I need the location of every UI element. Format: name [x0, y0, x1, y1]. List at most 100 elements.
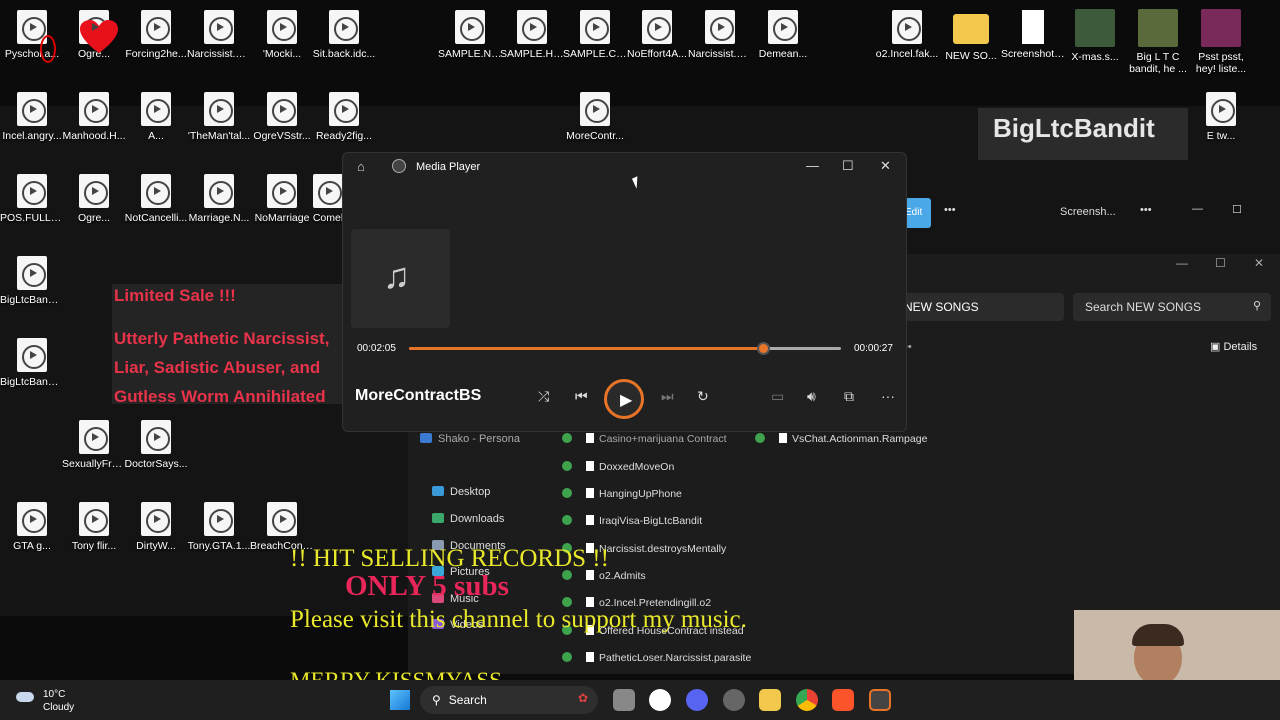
- maximize-icon[interactable]: ☐: [1215, 256, 1226, 270]
- chrome-icon[interactable]: [796, 689, 818, 711]
- address-bar[interactable]: NEW SONGS: [894, 293, 1064, 321]
- desktop-file-icon[interactable]: Big L T C bandit, he ...: [1126, 6, 1190, 75]
- brave-icon[interactable]: [832, 689, 854, 711]
- desktop-file-icon[interactable]: Screenshot_...: [1001, 6, 1065, 60]
- home-icon[interactable]: ⌂: [357, 159, 365, 174]
- desktop-file-icon[interactable]: OgreVSstr...: [250, 88, 314, 142]
- desktop-file-icon[interactable]: X-mas.s...: [1063, 6, 1127, 63]
- discord-icon[interactable]: [686, 689, 708, 711]
- taskbar-search[interactable]: ⚲ Search ✿: [420, 686, 598, 714]
- list-item[interactable]: Casino+marijuana Contract: [562, 433, 727, 445]
- close-icon[interactable]: ✕: [1254, 256, 1264, 270]
- edit-button[interactable]: Edit: [903, 198, 931, 228]
- taskbar: 10°C Cloudy ⚲ Search ✿: [0, 680, 1280, 720]
- desktop-file-icon[interactable]: Comel: [312, 170, 344, 224]
- media-player-taskbar-icon[interactable]: [869, 689, 891, 711]
- desktop-file-icon[interactable]: Psst psst, hey! liste...: [1189, 6, 1253, 75]
- minimize-icon[interactable]: —: [1176, 256, 1188, 270]
- nav-item-downloads[interactable]: Downloads: [432, 513, 504, 525]
- weather-widget[interactable]: 10°C Cloudy: [16, 688, 74, 714]
- nav-item-desktop[interactable]: Desktop: [432, 486, 490, 498]
- desktop-file-icon[interactable]: 'Mocki...: [250, 6, 314, 60]
- close-icon[interactable]: ✕: [880, 158, 891, 174]
- desktop-file-icon[interactable]: NoMarriage: [250, 170, 314, 224]
- cloud-icon: [16, 692, 34, 702]
- minimize-icon[interactable]: —: [806, 158, 819, 173]
- desktop-file-icon[interactable]: BreachCont...: [250, 498, 314, 552]
- video-file-icon: [267, 502, 297, 536]
- desktop-file-icon[interactable]: o2.Incel.fak...: [875, 6, 939, 60]
- captions-icon[interactable]: ▭: [771, 388, 784, 405]
- list-item[interactable]: HangingUpPhone: [562, 488, 682, 500]
- desktop-file-icon[interactable]: Ready2fig...: [312, 88, 376, 142]
- desktop-file-icon[interactable]: E tw...: [1189, 88, 1253, 142]
- shuffle-icon[interactable]: ⤮: [538, 388, 549, 405]
- file-icon: [586, 515, 594, 525]
- desktop-file-icon[interactable]: Demean...: [751, 6, 815, 60]
- desktop-file-icon[interactable]: Ogre...: [62, 170, 126, 224]
- desktop-file-icon[interactable]: DoctorSays...: [124, 416, 188, 470]
- previous-track-icon[interactable]: ⏮: [575, 388, 588, 405]
- desktop-file-icon[interactable]: SAMPLE.Na...: [438, 6, 502, 60]
- maximize-icon[interactable]: ☐: [842, 158, 854, 174]
- app-icon[interactable]: [723, 689, 745, 711]
- desktop-file-icon[interactable]: SAMPLE.Hid...: [500, 6, 564, 60]
- download-icon: [432, 513, 444, 523]
- task-view-icon[interactable]: [613, 689, 635, 711]
- desktop-file-icon[interactable]: A...: [124, 88, 188, 142]
- video-file-icon: [17, 338, 47, 372]
- video-file-icon: [79, 420, 109, 454]
- app-icon[interactable]: [649, 689, 671, 711]
- seek-bar[interactable]: [409, 342, 841, 355]
- album-art-icon: [1075, 9, 1115, 47]
- video-file-icon: [455, 10, 485, 44]
- list-item[interactable]: IraqiVisa-BigLtcBandit: [562, 515, 702, 527]
- desktop-folder-icon[interactable]: NEW SO...: [939, 6, 1003, 62]
- desktop-file-icon[interactable]: POS.FULL.N...: [0, 170, 64, 224]
- minimize-icon[interactable]: —: [1192, 203, 1203, 215]
- desktop-file-icon[interactable]: BigLtcBandi...: [0, 334, 64, 388]
- desktop-file-icon[interactable]: Tony flir...: [62, 498, 126, 552]
- desktop-file-icon[interactable]: BigLtcBandi...: [0, 252, 64, 306]
- file-explorer-icon[interactable]: [759, 689, 781, 711]
- repeat-off-icon[interactable]: ↻: [697, 388, 709, 405]
- desktop-file-icon[interactable]: SAMPLE.Ca...: [563, 6, 627, 60]
- more-options-icon[interactable]: ···: [881, 388, 895, 404]
- volume-icon[interactable]: 🔊︎: [807, 388, 816, 405]
- desktop-file-icon[interactable]: GTA g...: [0, 498, 64, 552]
- desktop-file-icon[interactable]: MoreContr...: [563, 88, 627, 142]
- video-file-icon: [79, 92, 109, 126]
- nav-item-onedrive[interactable]: Shako - Persona: [420, 433, 520, 445]
- desktop-file-icon[interactable]: Marriage.N...: [187, 170, 251, 224]
- desktop-file-icon[interactable]: 'TheMan'tal...: [187, 88, 251, 142]
- maximize-icon[interactable]: ☐: [1232, 203, 1242, 216]
- start-button[interactable]: [390, 690, 410, 710]
- next-track-icon[interactable]: ⏭: [661, 388, 674, 405]
- desktop-file-icon[interactable]: Incel.angry...: [0, 88, 64, 142]
- more-options-icon[interactable]: •••: [1140, 204, 1152, 216]
- video-file-icon: [313, 174, 343, 208]
- mini-player-icon[interactable]: ⧉: [844, 388, 854, 405]
- list-item[interactable]: VsChat.Actionman.Rampage: [755, 433, 927, 445]
- video-file-icon: [204, 174, 234, 208]
- desktop-file-icon[interactable]: NotCancelli...: [124, 170, 188, 224]
- video-file-icon: [768, 10, 798, 44]
- desktop-file-icon[interactable]: Sit.back.idc...: [312, 6, 376, 60]
- more-options-icon[interactable]: •••: [944, 204, 956, 216]
- search-input[interactable]: Search NEW SONGS ⚲: [1073, 293, 1271, 321]
- play-button[interactable]: ▶: [604, 379, 644, 419]
- list-item[interactable]: DoxxedMoveOn: [562, 461, 674, 473]
- desktop-file-icon[interactable]: DirtyW...: [124, 498, 188, 552]
- details-button[interactable]: ▣ Details: [1210, 340, 1257, 353]
- window-title: Media Player: [416, 161, 481, 173]
- desktop-file-icon[interactable]: NoEffort4A...: [625, 6, 689, 60]
- desktop-file-icon[interactable]: Manhood.H...: [62, 88, 126, 142]
- search-icon: ⚲: [1252, 300, 1261, 312]
- list-item[interactable]: PatheticLoser.Narcissist.parasite: [562, 652, 751, 664]
- desktop-file-icon[interactable]: SexuallyFru...: [62, 416, 126, 470]
- desktop-file-icon[interactable]: Narcissist.Fi...: [688, 6, 752, 60]
- seek-handle[interactable]: [757, 342, 771, 355]
- desktop-file-icon[interactable]: Forcing2he...: [124, 6, 188, 60]
- desktop-file-icon[interactable]: Narcissist.G...: [187, 6, 251, 60]
- desktop-file-icon[interactable]: Tony.GTA.1...: [187, 498, 251, 552]
